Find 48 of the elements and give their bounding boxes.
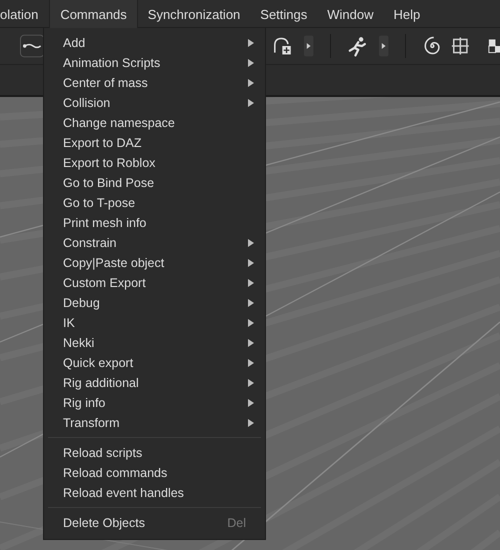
menu-item[interactable]: Reload commands	[44, 463, 265, 483]
menu-item[interactable]: Animation Scripts	[44, 53, 265, 73]
menu-item[interactable]: Go to T-pose	[44, 193, 265, 213]
menu-bar-item[interactable]: Settings	[250, 0, 318, 28]
grid-icon[interactable]	[450, 35, 471, 57]
menu-item[interactable]: Delete Objects Del	[44, 513, 265, 533]
menu-item[interactable]: Change namespace	[44, 113, 265, 133]
submenu-arrow-icon	[248, 99, 254, 107]
submenu-arrow-icon	[248, 59, 254, 67]
menu-item[interactable]: Constrain	[44, 233, 265, 253]
submenu-arrow-icon	[248, 319, 254, 327]
menu-item[interactable]: Copy|Paste object	[44, 253, 265, 273]
menu-item[interactable]: Nekki	[44, 333, 265, 353]
submenu-arrow-icon	[248, 79, 254, 87]
node-add-icon[interactable]	[272, 35, 292, 57]
menu-item[interactable]: Go to Bind Pose	[44, 173, 265, 193]
menu-item[interactable]: Add	[44, 33, 265, 53]
menu-item[interactable]: Rig info	[44, 393, 265, 413]
menu-bar-item[interactable]: Window	[317, 0, 384, 28]
submenu-arrow-icon	[248, 39, 254, 47]
menu-bar-item[interactable]: Synchronization	[138, 0, 250, 28]
menu-item[interactable]: Rig additional	[44, 373, 265, 393]
submenu-arrow-icon	[248, 279, 254, 287]
menu-item[interactable]: Reload scripts	[44, 443, 265, 463]
submenu-arrow-icon	[248, 339, 254, 347]
submenu-arrow-icon	[248, 359, 254, 367]
menu-item[interactable]: Collision	[44, 93, 265, 113]
submenu-arrow-icon	[248, 299, 254, 307]
menu-item[interactable]: IK	[44, 313, 265, 333]
menu-item[interactable]: Debug	[44, 293, 265, 313]
submenu-arrow-icon	[248, 399, 254, 407]
menu-bar-item[interactable]: Commands	[49, 0, 138, 28]
menu-item[interactable]: Transform	[44, 413, 265, 433]
menu-item[interactable]: Export to Roblox	[44, 153, 265, 173]
menu-item[interactable]: Custom Export	[44, 273, 265, 293]
submenu-arrow-icon	[248, 239, 254, 247]
menu-item[interactable]: Export to DAZ	[44, 133, 265, 153]
menu-item[interactable]: Reload event handles	[44, 483, 265, 503]
submenu-arrow-icon	[248, 259, 254, 267]
menu-bar-item[interactable]: Help	[384, 0, 430, 28]
menu-bar-item[interactable]: olation	[0, 0, 50, 28]
submenu-arrow-icon	[248, 379, 254, 387]
running-figure-icon[interactable]	[346, 35, 368, 57]
menu-item[interactable]: Quick export	[44, 353, 265, 373]
submenu-arrow-icon	[248, 419, 254, 427]
menu-item[interactable]: Center of mass	[44, 73, 265, 93]
spiral-icon[interactable]	[422, 35, 442, 57]
menu-item[interactable]: Print mesh info	[44, 213, 265, 233]
